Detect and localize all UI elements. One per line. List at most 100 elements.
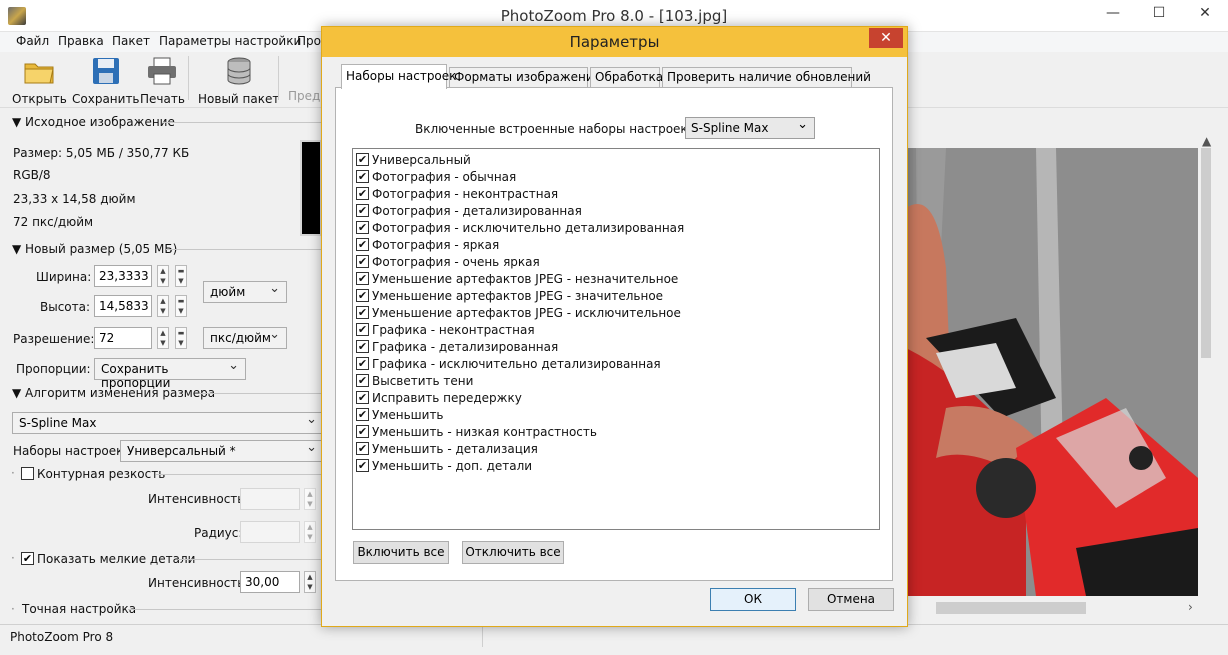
open-button[interactable]: Открыть (12, 56, 67, 106)
preset-checkbox[interactable]: ✔ (356, 391, 369, 404)
details-intensity-input[interactable]: 30,00 (240, 571, 300, 593)
preset-list-item[interactable]: ✔ Уменьшить - детализация (356, 440, 538, 457)
sharpness-intensity-stepper[interactable]: ▲ ▼ (304, 488, 316, 510)
preset-list-item[interactable]: ✔ Уменьшение артефактов JPEG - незначител… (356, 270, 678, 287)
enable-all-button[interactable]: Включить все (353, 541, 449, 564)
source-image-header[interactable]: ▼ Исходное изображение (12, 115, 175, 129)
preset-checkbox[interactable]: ✔ (356, 374, 369, 387)
details-intensity-stepper[interactable]: ▲ ▼ (304, 571, 316, 593)
preset-checkbox[interactable]: ✔ (356, 289, 369, 302)
preset-list-item[interactable]: ✔ Уменьшить - доп. детали (356, 457, 532, 474)
preset-checkbox[interactable]: ✔ (356, 306, 369, 319)
preset-list-item[interactable]: ✔ Графика - детализированная (356, 338, 558, 355)
preset-list-item[interactable]: ✔ Фотография - детализированная (356, 202, 582, 219)
preset-checkbox[interactable]: ✔ (356, 272, 369, 285)
sharpness-label: Контурная резкость (37, 467, 166, 481)
preset-item-label: Уменьшение артефактов JPEG - исключитель… (372, 305, 681, 320)
preset-checkbox[interactable]: ✔ (356, 238, 369, 251)
width-stepper[interactable]: ▲ ▼ (157, 265, 169, 287)
height-stepper[interactable]: ▲ ▼ (157, 295, 169, 317)
menu-edit[interactable]: Правка (58, 34, 104, 48)
preset-list[interactable]: ✔ Универсальный ✔ Фотография - обычная ✔ Фото… (352, 148, 880, 530)
ok-button[interactable]: ОК (710, 588, 796, 611)
maximize-button[interactable]: ☐ (1136, 0, 1182, 26)
algorithm-select[interactable]: S-Spline Max (12, 412, 324, 434)
database-icon (227, 57, 251, 85)
fine-tune-header[interactable]: Точная настройка (22, 602, 136, 616)
preset-checkbox[interactable]: ✔ (356, 425, 369, 438)
preset-list-item[interactable]: ✔ Фотография - яркая (356, 236, 499, 253)
presets-select[interactable]: Универсальный * (120, 440, 324, 462)
horizontal-scroll-thumb[interactable] (936, 602, 1086, 614)
preset-list-item[interactable]: ✔ Уменьшить - низкая контрастность (356, 423, 597, 440)
preset-item-label: Фотография - неконтрастная (372, 186, 559, 201)
resolution-stepper[interactable]: ▲ ▼ (157, 327, 169, 349)
new-batch-button[interactable]: Новый пакет (198, 56, 279, 106)
width-menu[interactable]: ▬ ▼ (175, 265, 187, 287)
preset-checkbox[interactable]: ✔ (356, 340, 369, 353)
preset-list-item[interactable]: ✔ Исправить передержку (356, 389, 522, 406)
preset-checkbox[interactable]: ✔ (356, 221, 369, 234)
preset-checkbox[interactable]: ✔ (356, 459, 369, 472)
save-button[interactable]: Сохранить (72, 56, 140, 106)
menu-settings[interactable]: Параметры настройки (159, 34, 301, 48)
dialog-close-button[interactable]: ✕ (869, 28, 903, 48)
vertical-scrollbar[interactable] (1198, 148, 1214, 596)
size-unit-select[interactable]: дюйм (203, 281, 287, 303)
tab-presets[interactable]: Наборы настроек (341, 64, 456, 89)
resolution-input[interactable]: 72 (94, 327, 152, 349)
tab-check-updates[interactable]: Проверить наличие обновлений (662, 67, 871, 88)
vertical-scroll-thumb[interactable] (1201, 148, 1211, 358)
preset-checkbox[interactable]: ✔ (356, 323, 369, 336)
close-button[interactable]: ✕ (1182, 0, 1228, 26)
horizontal-scrollbar[interactable] (936, 600, 1196, 616)
menu-more[interactable]: Про (297, 34, 321, 48)
preset-checkbox[interactable]: ✔ (356, 204, 369, 217)
preset-checkbox[interactable]: ✔ (356, 170, 369, 183)
preset-list-item[interactable]: ✔ Графика - неконтрастная (356, 321, 535, 338)
new-size-header[interactable]: ▼ Новый размер (5,05 МБ) (12, 242, 177, 256)
preset-checkbox[interactable]: ✔ (356, 357, 369, 370)
menu-batch[interactable]: Пакет (112, 34, 150, 48)
disable-all-button[interactable]: Отключить все (462, 541, 564, 564)
preset-list-item[interactable]: ✔ Высветить тени (356, 372, 473, 389)
details-checkbox[interactable]: ✔ (21, 552, 34, 565)
preset-list-item[interactable]: ✔ Уменьшить (356, 406, 444, 423)
printer-icon (148, 57, 177, 85)
print-button[interactable]: Печать (140, 56, 185, 106)
height-menu[interactable]: ▬ ▼ (175, 295, 187, 317)
preset-list-item[interactable]: ✔ Универсальный (356, 151, 471, 168)
scroll-up-arrow[interactable]: ▲ (1202, 134, 1211, 148)
sharpness-radius-stepper[interactable]: ▲ ▼ (304, 521, 316, 543)
proportions-select[interactable]: Сохранить пропорции (94, 358, 246, 390)
cancel-button[interactable]: Отмена (808, 588, 894, 611)
preset-list-item[interactable]: ✔ Фотография - неконтрастная (356, 185, 558, 202)
minimize-button[interactable]: — (1090, 0, 1136, 26)
preset-list-item[interactable]: ✔ Уменьшение артефактов JPEG - исключител… (356, 304, 681, 321)
preset-list-item[interactable]: ✔ Графика - исключительно детализированна… (356, 355, 661, 372)
preset-list-item[interactable]: ✔ Фотография - обычная (356, 168, 516, 185)
preset-checkbox[interactable]: ✔ (356, 442, 369, 455)
proportions-label: Пропорции: (16, 362, 91, 376)
scroll-right-arrow[interactable]: › (1188, 600, 1193, 614)
menu-file[interactable]: Файл (16, 34, 49, 48)
tab-processing[interactable]: Обработка (590, 67, 663, 88)
preset-for-select[interactable]: S-Spline Max (685, 117, 815, 139)
preset-checkbox[interactable]: ✔ (356, 255, 369, 268)
width-input[interactable]: 23,3333 (94, 265, 152, 287)
presets-panel: Включенные встроенные наборы настроек дл… (335, 87, 893, 581)
resolution-menu[interactable]: ▬ ▼ (175, 327, 187, 349)
tab-image-formats[interactable]: Форматы изображений (449, 67, 602, 88)
preset-checkbox[interactable]: ✔ (356, 408, 369, 421)
preset-list-item[interactable]: ✔ Уменьшение артефактов JPEG - значительн… (356, 287, 663, 304)
height-input[interactable]: 14,5833 (94, 295, 152, 317)
resolution-unit-select[interactable]: пкс/дюйм (203, 327, 287, 349)
algorithm-header[interactable]: ▼ Алгоритм изменения размера (12, 386, 215, 400)
preset-list-item[interactable]: ✔ Фотография - очень яркая (356, 253, 540, 270)
sharpness-radius-input[interactable] (240, 521, 300, 543)
sharpness-intensity-input[interactable] (240, 488, 300, 510)
preset-list-item[interactable]: ✔ Фотография - исключительно детализирова… (356, 219, 684, 236)
preset-checkbox[interactable]: ✔ (356, 187, 369, 200)
preset-checkbox[interactable]: ✔ (356, 153, 369, 166)
sharpness-checkbox[interactable] (21, 467, 34, 480)
